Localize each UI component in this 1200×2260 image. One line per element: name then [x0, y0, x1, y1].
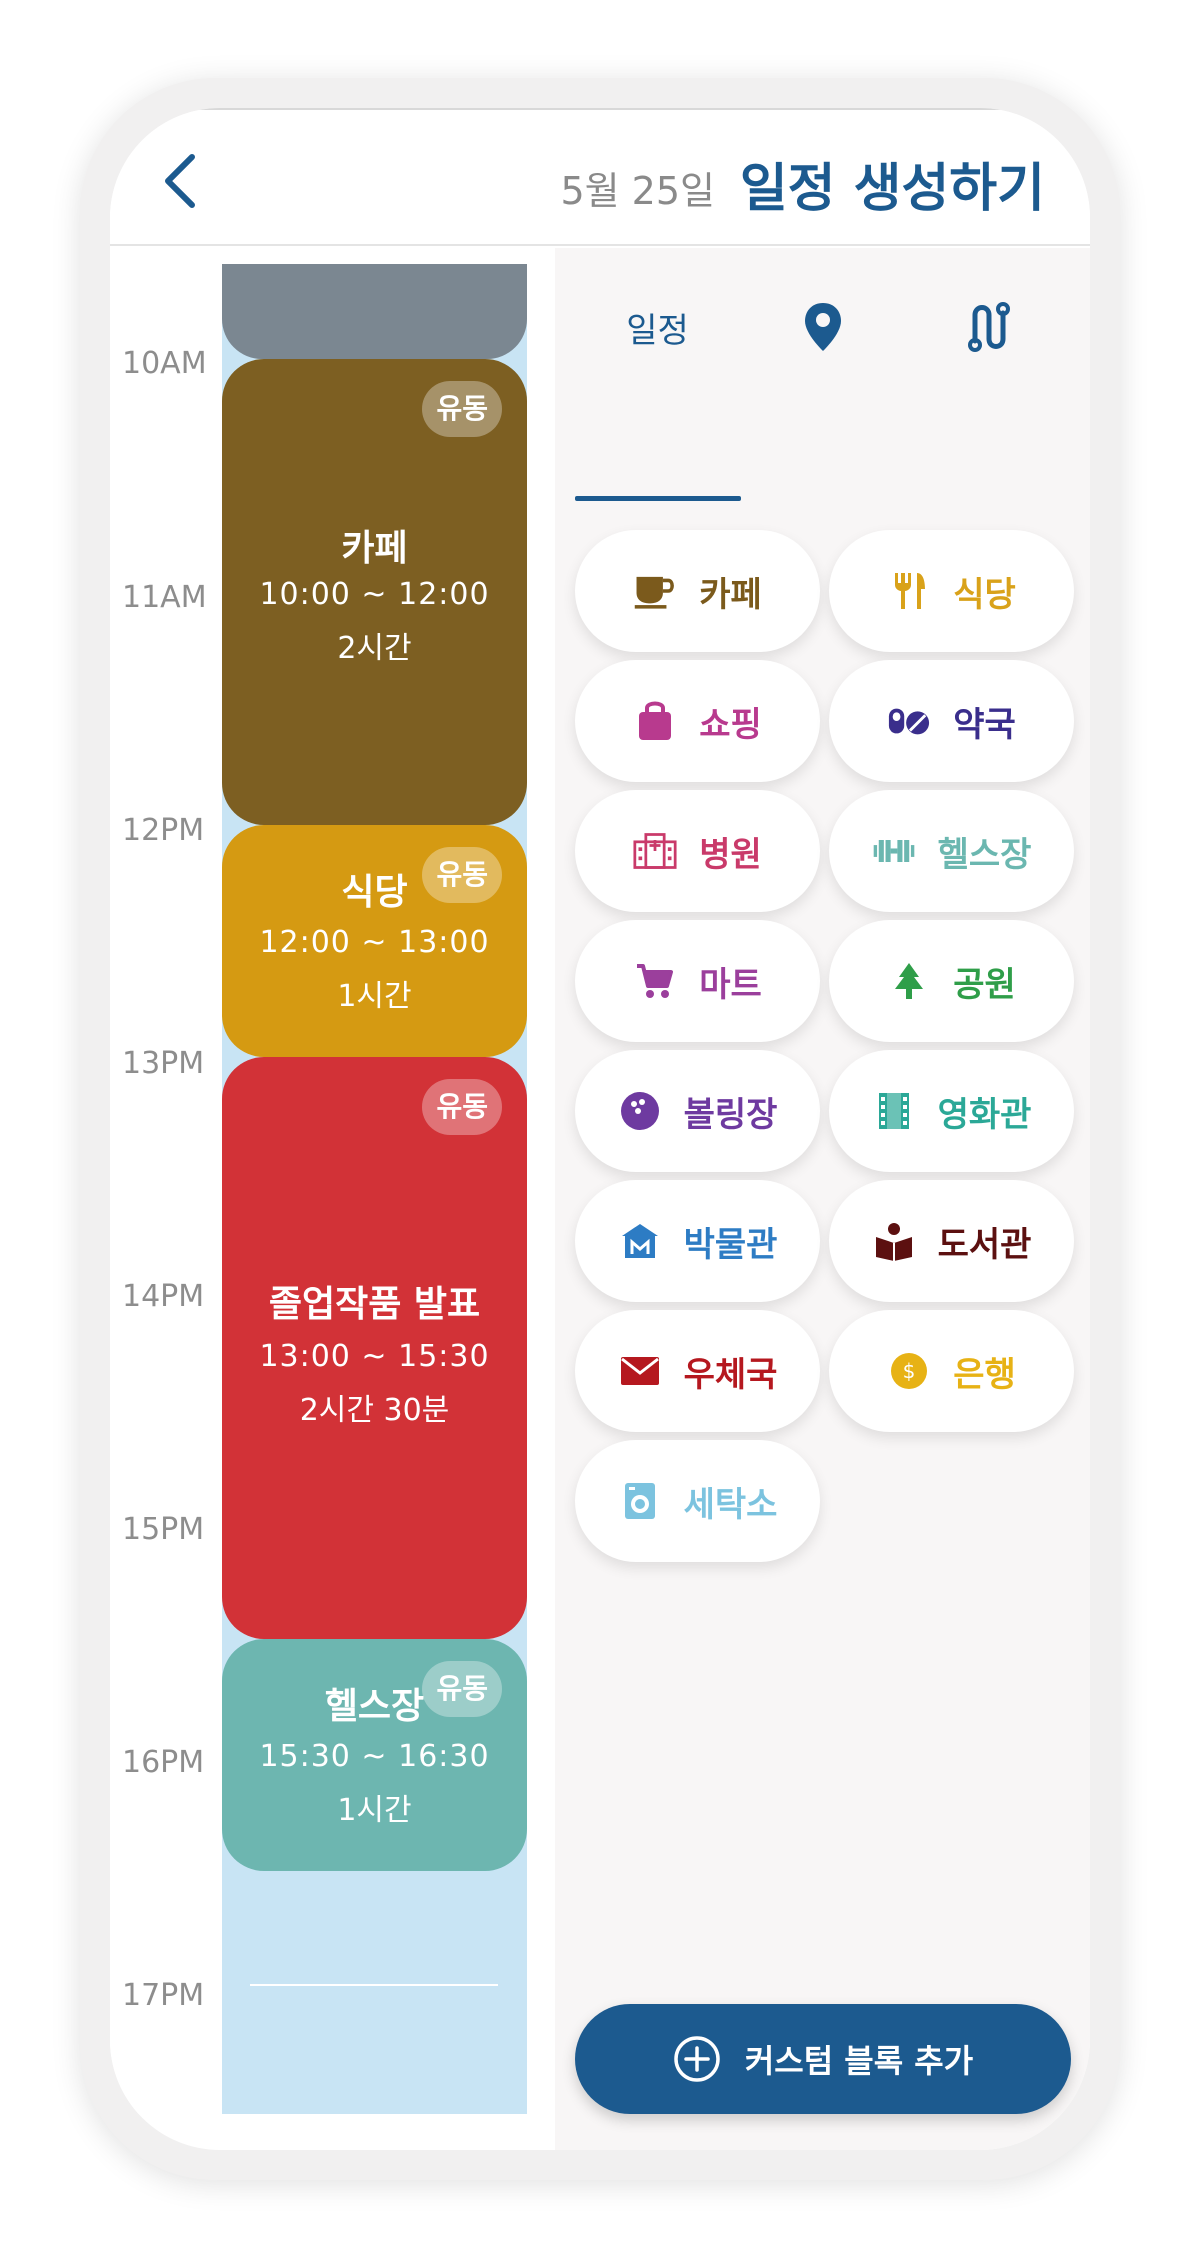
tab-location[interactable] [740, 278, 905, 376]
washing-machine-icon [618, 1479, 662, 1523]
category-label: 병원 [699, 834, 762, 875]
category-label: 헬스장 [937, 834, 1032, 875]
fork-knife-icon [887, 569, 931, 613]
block-title: 졸업작품 발표 [268, 1284, 481, 1325]
category-museum[interactable]: 박물관 [575, 1180, 820, 1302]
block-duration: 1시간 [337, 1793, 412, 1828]
tree-icon [887, 959, 931, 1003]
category-label: 공원 [953, 964, 1016, 1005]
shopping-cart-icon [633, 959, 677, 1003]
block-duration: 2시간 [337, 631, 412, 666]
svg-text:$: $ [903, 1359, 916, 1383]
category-laundry[interactable]: 세탁소 [575, 1440, 820, 1562]
mail-icon [618, 1349, 662, 1393]
chevron-left-icon [165, 154, 195, 208]
category-label: 은행 [953, 1354, 1016, 1395]
category-post-office[interactable]: 우체국 [575, 1310, 820, 1432]
header-divider [190, 108, 1010, 110]
route-icon [967, 302, 1010, 352]
category-label: 영화관 [937, 1094, 1032, 1135]
add-custom-block-button[interactable]: 커스텀 블록 추가 [575, 2004, 1071, 2114]
block-time: 12:00 ~ 13:00 [259, 925, 490, 960]
header-date: 5월 25일 [560, 169, 715, 213]
page-title: 일정 생성하기 [739, 159, 1045, 219]
block-duration: 1시간 [337, 979, 412, 1014]
schedule-block[interactable]: 유동 헬스장 15:30 ~ 16:30 1시간 [222, 1639, 527, 1871]
category-label: 마트 [699, 964, 762, 1005]
hour-label: 12PM [122, 813, 205, 848]
app-screen: 5월 25일 일정 생성하기 10AM 11AM 12PM 13PM 14PM … [110, 108, 1090, 2150]
category-label: 카페 [699, 574, 762, 615]
category-pharmacy[interactable]: 약국 [829, 660, 1074, 782]
panel-tabs: 일정 [575, 278, 1070, 376]
schedule-block[interactable]: 유동 식당 12:00 ~ 13:00 1시간 [222, 825, 527, 1057]
category-shopping[interactable]: 쇼핑 [575, 660, 820, 782]
coffee-cup-icon [633, 569, 677, 613]
category-restaurant[interactable]: 식당 [829, 530, 1074, 652]
tab-label: 일정 [626, 310, 689, 351]
category-label: 도서관 [937, 1224, 1032, 1265]
schedule-block-previous[interactable] [222, 264, 527, 359]
category-panel: 일정 카페 식당 쇼핑 약국 병원 헬스장 마트 공원 볼링장 영화관 박물관 … [555, 248, 1090, 2150]
hour-label: 14PM [122, 1279, 205, 1314]
active-tab-indicator [575, 496, 741, 501]
add-button-label: 커스텀 블록 추가 [744, 2042, 974, 2080]
category-label: 식당 [953, 574, 1016, 615]
hour-label: 16PM [122, 1745, 205, 1780]
hour-label: 10AM [122, 346, 207, 381]
category-label: 세탁소 [683, 1484, 778, 1525]
schedule-block[interactable]: 유동 졸업작품 발표 13:00 ~ 15:30 2시간 30분 [222, 1057, 527, 1639]
category-bank[interactable]: $ 은행 [829, 1310, 1074, 1432]
flexible-badge: 유동 [422, 1079, 502, 1135]
film-icon [872, 1089, 916, 1133]
hour-label: 17PM [122, 1978, 205, 2013]
museum-icon [618, 1219, 662, 1263]
category-cafe[interactable]: 카페 [575, 530, 820, 652]
reading-book-icon [872, 1219, 916, 1263]
hour-label: 11AM [122, 580, 207, 615]
category-library[interactable]: 도서관 [829, 1180, 1074, 1302]
category-hospital[interactable]: 병원 [575, 790, 820, 912]
header: 5월 25일 일정 생성하기 [110, 108, 1090, 246]
tab-schedule[interactable]: 일정 [575, 278, 740, 376]
coin-icon: $ [887, 1349, 931, 1393]
timeline-end-line [250, 1984, 498, 1986]
plus-circle-icon [674, 2036, 720, 2082]
schedule-block[interactable]: 유동 카페 10:00 ~ 12:00 2시간 [222, 359, 527, 825]
block-title: 헬스장 [324, 1686, 425, 1727]
category-label: 볼링장 [683, 1094, 778, 1135]
shopping-bag-icon [633, 699, 677, 743]
hour-label: 15PM [122, 1512, 205, 1547]
back-button[interactable] [150, 146, 210, 216]
block-title: 식당 [341, 872, 408, 913]
category-gym[interactable]: 헬스장 [829, 790, 1074, 912]
flexible-badge: 유동 [422, 381, 502, 437]
category-label: 박물관 [683, 1224, 778, 1265]
category-label: 우체국 [683, 1354, 778, 1395]
category-mart[interactable]: 마트 [575, 920, 820, 1042]
bowling-ball-icon [618, 1089, 662, 1133]
hour-label: 13PM [122, 1046, 205, 1081]
category-label: 쇼핑 [699, 704, 762, 745]
block-time: 15:30 ~ 16:30 [259, 1739, 490, 1774]
category-label: 약국 [953, 704, 1016, 745]
block-title: 카페 [341, 528, 408, 569]
hospital-icon [633, 829, 677, 873]
location-pin-icon [804, 303, 841, 351]
category-cinema[interactable]: 영화관 [829, 1050, 1074, 1172]
pill-icon [887, 699, 931, 743]
block-time: 13:00 ~ 15:30 [259, 1339, 490, 1374]
block-duration: 2시간 30분 [299, 1393, 450, 1428]
block-time: 10:00 ~ 12:00 [259, 577, 490, 612]
tab-route[interactable] [905, 278, 1070, 376]
category-park[interactable]: 공원 [829, 920, 1074, 1042]
dumbbell-icon [872, 829, 916, 873]
timeline[interactable]: 10AM 11AM 12PM 13PM 14PM 15PM 16PM 17PM … [110, 264, 555, 2114]
category-bowling[interactable]: 볼링장 [575, 1050, 820, 1172]
